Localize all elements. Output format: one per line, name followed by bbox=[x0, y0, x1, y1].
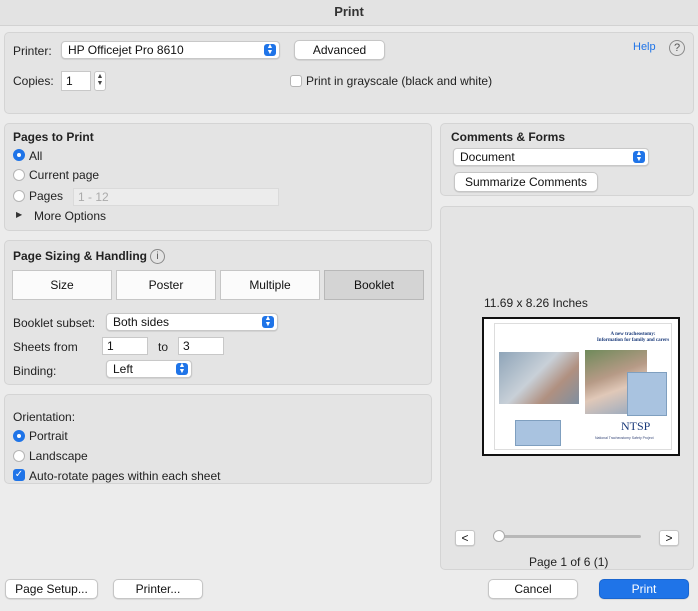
binding-value: Left bbox=[113, 362, 134, 376]
prev-page-button[interactable]: < bbox=[455, 530, 475, 546]
help-icon[interactable]: ? bbox=[669, 40, 685, 56]
baby-photo bbox=[499, 352, 579, 404]
pages-to-print-panel: Pages to Print All Current page Pages 1 … bbox=[4, 123, 432, 231]
all-pages-radio[interactable] bbox=[13, 149, 25, 161]
grayscale-label: Print in grayscale (black and white) bbox=[306, 74, 493, 88]
page-heading-line1: A new tracheostomy: bbox=[610, 332, 656, 337]
autorotate-checkbox[interactable]: ✓ bbox=[13, 469, 25, 481]
page-heading: A new tracheostomy: Information for fami… bbox=[593, 332, 673, 344]
summarize-comments-button[interactable]: Summarize Comments bbox=[454, 172, 598, 192]
printer-select[interactable]: HP Officejet Pro 8610 ▲ ▼ bbox=[61, 41, 280, 59]
pages-range-input[interactable]: 1 - 12 bbox=[73, 188, 279, 206]
sheets-to-input[interactable]: 3 bbox=[178, 337, 224, 355]
comments-forms-value: Document bbox=[460, 150, 515, 164]
all-pages-label: All bbox=[29, 149, 43, 163]
booklet-subset-select[interactable]: Both sides ▲ ▼ bbox=[106, 313, 278, 331]
caption-box bbox=[515, 420, 561, 446]
current-page-label: Current page bbox=[29, 168, 100, 182]
current-page-radio[interactable] bbox=[13, 169, 25, 181]
tab-size[interactable]: Size bbox=[12, 270, 112, 300]
chevron-updown-icon: ▲ ▼ bbox=[633, 150, 645, 163]
sheets-from-label: Sheets from bbox=[13, 340, 78, 354]
advanced-button[interactable]: Advanced bbox=[294, 40, 385, 60]
cancel-button[interactable]: Cancel bbox=[488, 579, 578, 599]
printer-panel: Printer: HP Officejet Pro 8610 ▲ ▼ Advanc… bbox=[4, 32, 694, 114]
portrait-label: Portrait bbox=[29, 429, 68, 443]
window-title: Print bbox=[0, 0, 698, 26]
comments-forms-title: Comments & Forms bbox=[451, 130, 566, 144]
paper-dimensions: 11.69 x 8.26 Inches bbox=[484, 296, 588, 310]
tab-poster[interactable]: Poster bbox=[116, 270, 216, 300]
pages-range-label: Pages bbox=[29, 189, 64, 203]
page-sheet: A new tracheostomy: Information for fami… bbox=[494, 323, 672, 450]
landscape-label: Landscape bbox=[29, 449, 88, 463]
page-setup-button[interactable]: Page Setup... bbox=[5, 579, 98, 599]
page-heading-line2: Information for family and carers bbox=[596, 338, 670, 343]
tab-multiple[interactable]: Multiple bbox=[220, 270, 320, 300]
info-icon[interactable]: i bbox=[150, 249, 165, 264]
pages-to-print-title: Pages to Print bbox=[13, 130, 94, 144]
copies-input[interactable]: 1 bbox=[61, 71, 91, 91]
more-options-label[interactable]: More Options bbox=[34, 209, 106, 223]
disclosure-triangle-icon[interactable]: ▶ bbox=[16, 210, 22, 219]
page-preview: A new tracheostomy: Information for fami… bbox=[482, 317, 680, 456]
binding-select[interactable]: Left ▲ ▼ bbox=[106, 360, 192, 378]
sheets-to-label: to bbox=[158, 340, 169, 354]
page-indicator: Page 1 of 6 (1) bbox=[529, 555, 609, 569]
comments-forms-select[interactable]: Document ▲ ▼ bbox=[453, 148, 649, 166]
printer-label: Printer: bbox=[13, 44, 52, 58]
page-sizing-panel: Page Sizing & Handling i Size Poster Mul… bbox=[4, 240, 432, 385]
sheets-from-input[interactable]: 1 bbox=[102, 337, 148, 355]
ntsp-logo-subtitle: National Tracheostomy Safety Project bbox=[595, 436, 654, 440]
chevron-updown-icon: ▲ ▼ bbox=[264, 43, 276, 56]
printer-button[interactable]: Printer... bbox=[113, 579, 203, 599]
chevron-updown-icon: ▲ ▼ bbox=[262, 315, 274, 328]
page-sizing-title: Page Sizing & Handling bbox=[13, 249, 148, 263]
orientation-panel: Orientation: Portrait Landscape ✓ Auto-r… bbox=[4, 394, 432, 484]
chevron-updown-icon: ▲ ▼ bbox=[176, 362, 188, 375]
page-slider-thumb[interactable] bbox=[493, 530, 505, 542]
booklet-subset-label: Booklet subset: bbox=[13, 316, 96, 330]
print-button[interactable]: Print bbox=[599, 579, 689, 599]
tab-booklet[interactable]: Booklet bbox=[324, 270, 424, 300]
orientation-title: Orientation: bbox=[13, 410, 76, 424]
copies-label: Copies: bbox=[13, 74, 54, 88]
portrait-radio[interactable] bbox=[13, 430, 25, 442]
ntsp-logo: NTSP bbox=[621, 419, 651, 433]
binding-label: Binding: bbox=[13, 364, 57, 378]
help-link[interactable]: Help bbox=[633, 41, 656, 53]
info-box bbox=[627, 372, 667, 416]
grayscale-checkbox[interactable] bbox=[290, 75, 302, 87]
pages-range-radio[interactable] bbox=[13, 190, 25, 202]
comments-forms-panel: Comments & Forms Document ▲ ▼ Summarize C… bbox=[440, 123, 694, 196]
printer-select-value: HP Officejet Pro 8610 bbox=[68, 43, 184, 57]
page-slider-track[interactable] bbox=[497, 535, 641, 538]
autorotate-label: Auto-rotate pages within each sheet bbox=[29, 469, 221, 483]
landscape-radio[interactable] bbox=[13, 450, 25, 462]
preview-panel: 11.69 x 8.26 Inches A new tracheostomy: … bbox=[440, 206, 694, 570]
next-page-button[interactable]: > bbox=[659, 530, 679, 546]
copies-stepper[interactable]: ▲ ▼ bbox=[94, 71, 106, 91]
booklet-subset-value: Both sides bbox=[113, 315, 170, 329]
